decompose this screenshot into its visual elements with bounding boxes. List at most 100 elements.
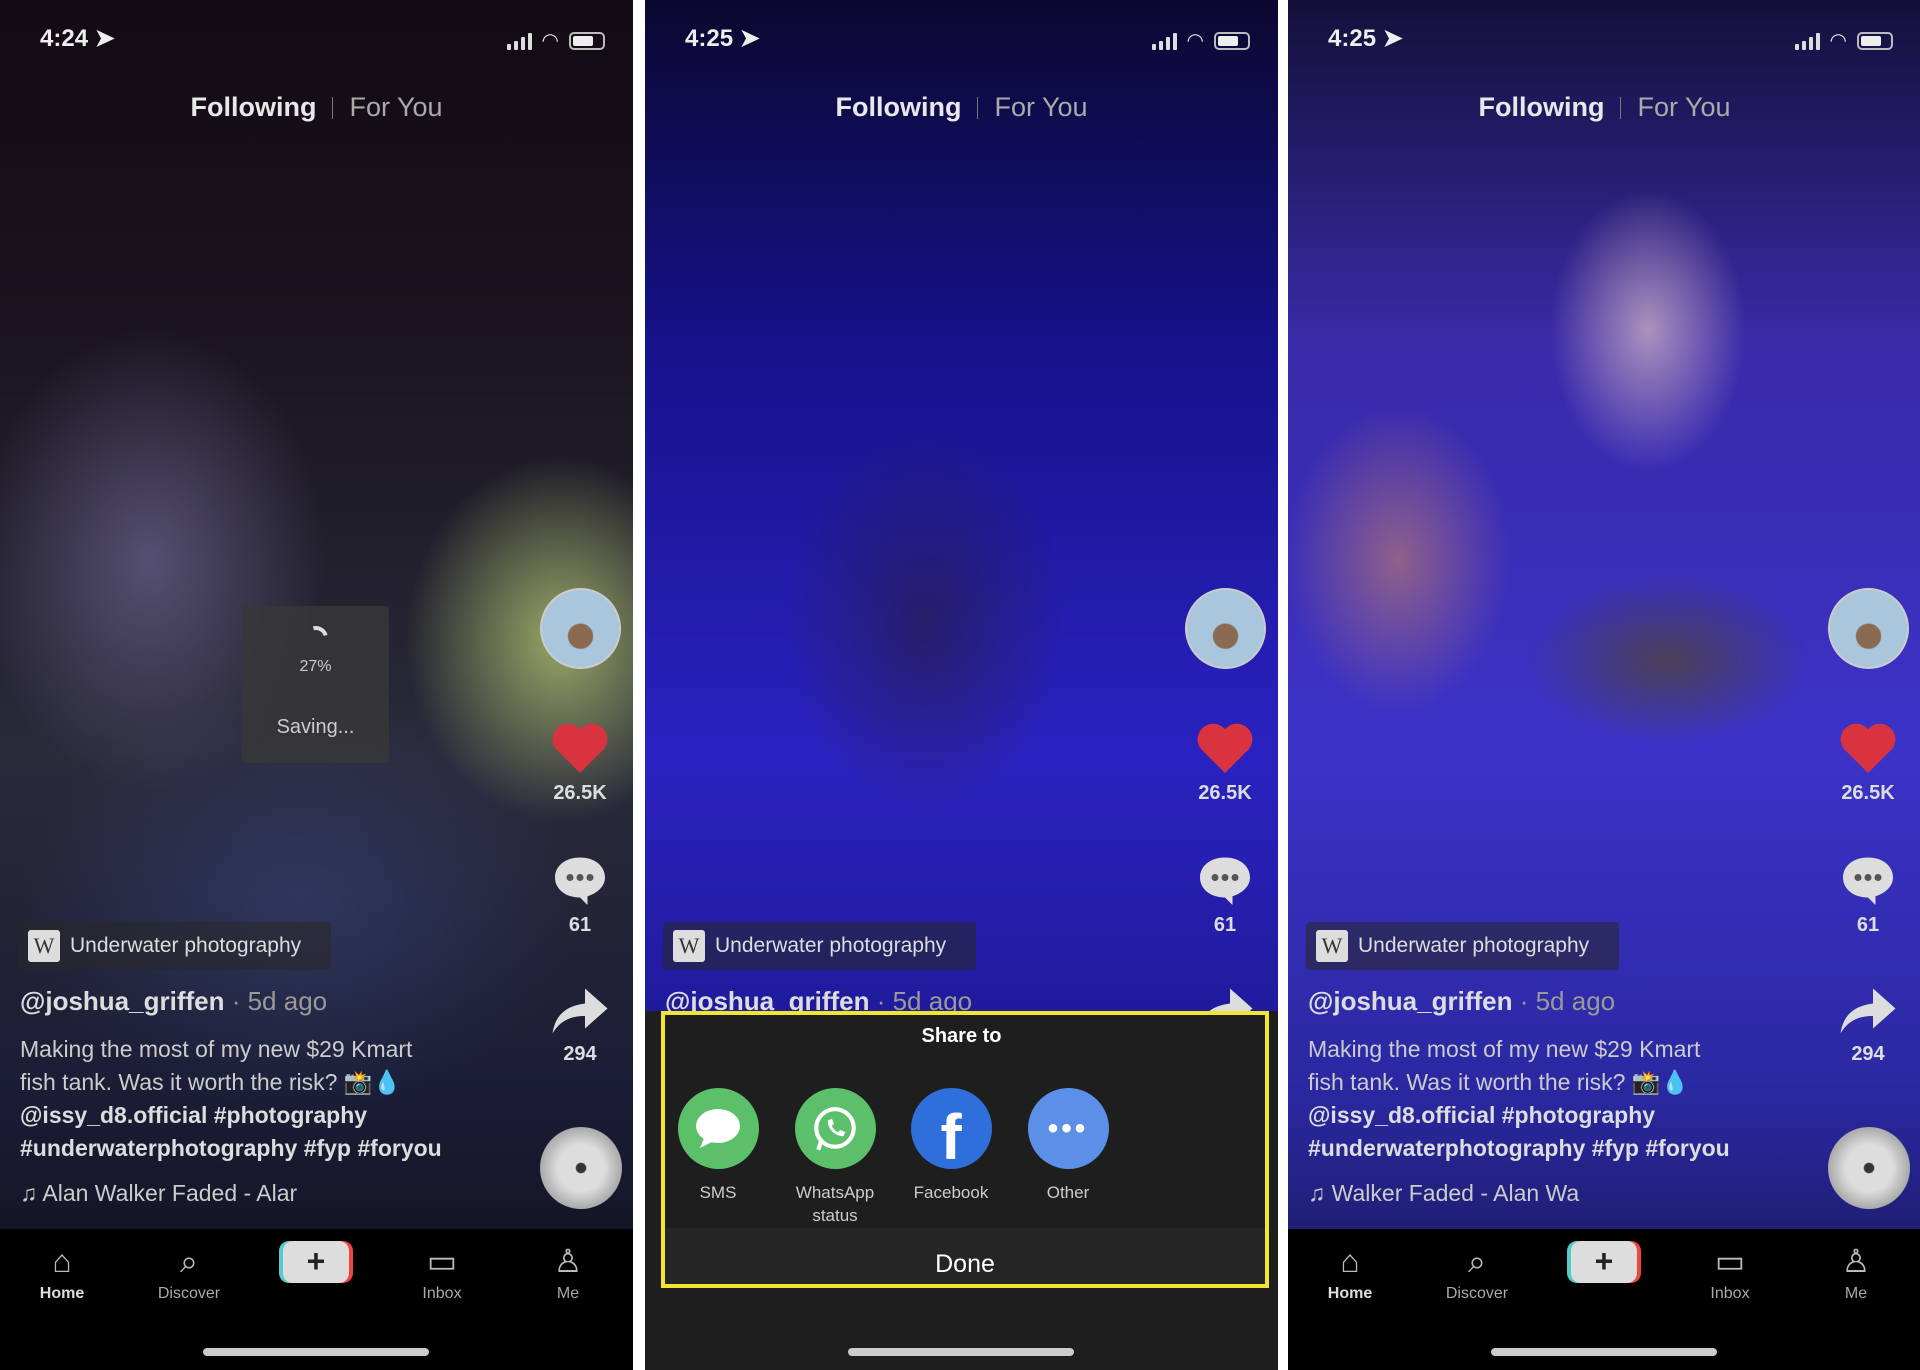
- signal-icon: [506, 32, 532, 50]
- hashtag-links[interactable]: #underwaterphotography #fyp #foryou: [1308, 1135, 1730, 1161]
- creator-avatar[interactable]: [1185, 588, 1266, 669]
- wikipedia-icon: W: [1316, 930, 1348, 962]
- post-author[interactable]: @joshua_griffen · 5d ago: [20, 986, 327, 1017]
- like-button[interactable]: 26.5K: [1185, 720, 1265, 805]
- music-track[interactable]: ♫ Walker Faded - Alan Wa: [1308, 1180, 1579, 1207]
- nav-home[interactable]: ⌂ Home: [12, 1241, 112, 1303]
- feed-tabs: Following For You: [645, 92, 1278, 123]
- home-icon: ⌂: [1340, 1243, 1360, 1279]
- creator-avatar[interactable]: [540, 588, 621, 669]
- loading-spinner-icon: [299, 621, 332, 655]
- tab-following[interactable]: Following: [190, 92, 316, 123]
- like-count: 26.5K: [1198, 782, 1252, 804]
- tab-divider: [1620, 96, 1622, 119]
- home-indicator[interactable]: [203, 1348, 429, 1356]
- music-track[interactable]: ♫ Alan Walker Faded - Alar: [20, 1180, 297, 1207]
- share-count: 294: [563, 1043, 597, 1065]
- battery-icon: [569, 31, 605, 50]
- like-count: 26.5K: [1841, 782, 1895, 804]
- plus-icon: +: [1571, 1241, 1637, 1283]
- hashtag-links[interactable]: #underwaterphotography #fyp #foryou: [20, 1135, 442, 1161]
- topic-tag-label: Underwater photography: [1358, 934, 1590, 957]
- comment-icon: [1843, 857, 1893, 905]
- status-time: 4:24 ➤: [40, 25, 115, 52]
- comment-count: 61: [1213, 914, 1237, 936]
- bottom-nav: ⌂ Home ⌕ Discover + ▭ Inbox ♙ Me: [1288, 1229, 1920, 1370]
- wifi-icon: ◠: [1186, 30, 1204, 52]
- wikipedia-icon: W: [673, 930, 705, 962]
- wifi-icon: ◠: [541, 30, 559, 52]
- share-count: 294: [1851, 1043, 1885, 1065]
- post-caption: Making the most of my new $29 Kmart fish …: [20, 1036, 442, 1161]
- battery-icon: [1214, 31, 1250, 50]
- topic-tag[interactable]: W Underwater photography: [1306, 922, 1619, 970]
- phone-screen-share: 4:25 ➤ ◠ Following For You 26.5K 61 W Un…: [645, 0, 1278, 1370]
- nav-inbox[interactable]: ▭ Inbox: [392, 1241, 492, 1303]
- nav-me[interactable]: ♙ Me: [1806, 1241, 1906, 1303]
- tab-following[interactable]: Following: [835, 92, 961, 123]
- profile-icon: ♙: [553, 1243, 583, 1279]
- music-note-icon: ♫: [20, 1180, 38, 1206]
- nav-inbox[interactable]: ▭ Inbox: [1680, 1241, 1780, 1303]
- tab-for-you[interactable]: For You: [1637, 92, 1730, 123]
- signal-icon: [1794, 32, 1820, 50]
- home-indicator[interactable]: [1491, 1348, 1717, 1356]
- status-time: 4:25 ➤: [685, 25, 760, 52]
- post-age: · 5d ago: [1519, 986, 1616, 1016]
- status-icons: ◠: [1794, 28, 1893, 53]
- signal-icon: [1151, 32, 1177, 50]
- nav-discover[interactable]: ⌕ Discover: [1427, 1241, 1527, 1303]
- saving-label: Saving...: [276, 716, 355, 738]
- inbox-icon: ▭: [1714, 1243, 1746, 1279]
- wikipedia-icon: W: [28, 930, 60, 962]
- tab-following[interactable]: Following: [1478, 92, 1604, 123]
- heart-icon: [1197, 723, 1253, 773]
- create-button[interactable]: +: [266, 1241, 366, 1283]
- like-button[interactable]: 26.5K: [1828, 720, 1908, 805]
- home-indicator[interactable]: [848, 1348, 1074, 1356]
- mention-link[interactable]: @issy_d8.official #photography: [1308, 1102, 1655, 1128]
- like-button[interactable]: 26.5K: [540, 720, 620, 805]
- phone-screen-saving: 4:24 ➤ ◠ Following For You 26.5K 61 294 …: [0, 0, 633, 1370]
- nav-me[interactable]: ♙ Me: [518, 1241, 618, 1303]
- status-icons: ◠: [1151, 28, 1250, 53]
- tab-divider: [977, 96, 979, 119]
- post-caption: Making the most of my new $29 Kmart fish …: [1308, 1036, 1730, 1161]
- plus-icon: +: [283, 1241, 349, 1283]
- comment-button[interactable]: 61: [540, 852, 620, 937]
- tab-for-you[interactable]: For You: [349, 92, 442, 123]
- wifi-icon: ◠: [1829, 30, 1847, 52]
- comment-icon: [555, 857, 605, 905]
- search-icon: ⌕: [180, 1243, 198, 1279]
- music-disc[interactable]: [540, 1127, 622, 1209]
- feed-tabs: Following For You: [1288, 92, 1920, 123]
- home-icon: ⌂: [52, 1243, 72, 1279]
- tab-for-you[interactable]: For You: [994, 92, 1087, 123]
- post-author[interactable]: @joshua_griffen · 5d ago: [1308, 986, 1615, 1017]
- share-button[interactable]: 294: [540, 985, 620, 1066]
- bottom-nav: ⌂ Home ⌕ Discover + ▭ Inbox ♙ Me: [0, 1229, 633, 1370]
- share-button[interactable]: 294: [1828, 985, 1908, 1066]
- music-disc[interactable]: [1828, 1127, 1910, 1209]
- share-arrow-icon: [1840, 988, 1896, 1034]
- saving-overlay: 27% Saving...: [242, 606, 389, 763]
- topic-tag[interactable]: W Underwater photography: [18, 922, 331, 970]
- creator-avatar[interactable]: [1828, 588, 1909, 669]
- saving-percent: 27%: [299, 658, 332, 675]
- nav-home[interactable]: ⌂ Home: [1300, 1241, 1400, 1303]
- highlight-box: [661, 1011, 1269, 1288]
- comment-count: 61: [1856, 914, 1880, 936]
- topic-tag[interactable]: W Underwater photography: [663, 922, 976, 970]
- battery-icon: [1857, 31, 1893, 50]
- comment-button[interactable]: 61: [1828, 852, 1908, 937]
- nav-discover[interactable]: ⌕ Discover: [139, 1241, 239, 1303]
- status-time: 4:25 ➤: [1328, 25, 1403, 52]
- tab-divider: [332, 96, 334, 119]
- mention-link[interactable]: @issy_d8.official #photography: [20, 1102, 367, 1128]
- create-button[interactable]: +: [1554, 1241, 1654, 1283]
- comment-button[interactable]: 61: [1185, 852, 1265, 937]
- phone-screen-feed: 4:25 ➤ ◠ Following For You 26.5K 61 294 …: [1288, 0, 1920, 1370]
- comment-count: 61: [568, 914, 592, 936]
- profile-icon: ♙: [1841, 1243, 1871, 1279]
- share-arrow-icon: [552, 988, 608, 1034]
